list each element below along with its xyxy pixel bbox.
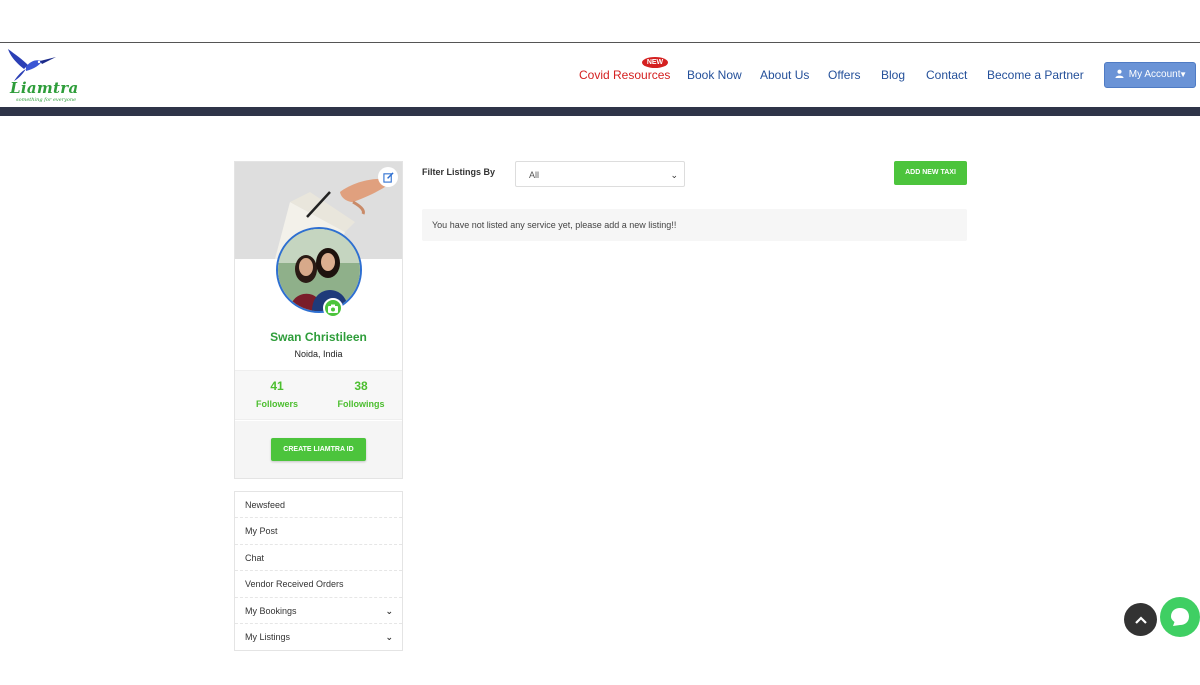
filter-selected-value: All [529, 170, 540, 180]
sidebar-item-label: My Listings [245, 631, 291, 642]
sidebar-item-label: Newsfeed [245, 500, 286, 510]
followers-label: Followers [255, 399, 298, 409]
profile-stats: 41 Followers 38 Followings [235, 370, 402, 420]
sidebar-item-label: My Bookings [245, 605, 297, 616]
camera-icon [328, 304, 338, 313]
sidebar-item-my-listings[interactable]: My Listings ⌄ [235, 624, 402, 650]
change-photo-button[interactable] [323, 298, 343, 318]
sidebar-item-vendor-received-orders[interactable]: Vendor Received Orders [235, 571, 402, 598]
sidebar-item-label: Chat [245, 552, 265, 563]
chevron-down-icon[interactable]: ⌄ [385, 598, 393, 624]
my-account-button[interactable]: My Account ▼ [1104, 62, 1196, 88]
edit-icon [382, 171, 394, 183]
sidebar-item-my-post[interactable]: My Post [235, 518, 402, 545]
nav-become-partner[interactable]: Become a Partner [987, 68, 1084, 84]
profile-name[interactable]: Swan Christileen [235, 330, 402, 344]
avatar[interactable] [276, 227, 362, 313]
brand-name: Liamtra [10, 79, 79, 97]
nav-covid-resources[interactable]: Covid Resources [579, 68, 670, 84]
brand-logo[interactable]: Liamtra something for everyone [6, 47, 79, 105]
chevron-down-icon: ⌄ [670, 170, 678, 180]
sidebar-item-my-bookings[interactable]: My Bookings ⌄ [235, 598, 402, 624]
nav-book-now[interactable]: Book Now [687, 68, 742, 84]
nav-blog[interactable]: Blog [881, 68, 905, 84]
user-icon [1115, 69, 1124, 78]
empty-listings-message: You have not listed any service yet, ple… [422, 209, 967, 241]
followings-count: 38 [354, 379, 368, 393]
filter-listings-select[interactable]: All ⌄ [515, 161, 685, 187]
my-account-label: My Account [1128, 69, 1181, 80]
create-liamtra-id-button[interactable]: CREATE LIAMTRA ID [271, 438, 366, 461]
filter-listings-label: Filter Listings By [422, 167, 496, 177]
sidebar-item-label: Vendor Received Orders [245, 579, 344, 590]
nav-offers[interactable]: Offers [828, 68, 860, 84]
profile-location: Noida, India [294, 349, 343, 359]
brand-tagline: something for everyone [16, 97, 77, 103]
sidebar-item-chat[interactable]: Chat [235, 545, 402, 572]
nav-contact[interactable]: Contact [926, 68, 967, 84]
followers-stat[interactable]: 41 Followers [235, 371, 319, 409]
sidebar-item-newsfeed[interactable]: Newsfeed [235, 492, 402, 519]
chat-bubble-icon [1171, 608, 1189, 626]
sidebar-menu: Newsfeed My Post Chat Vendor Received Or… [234, 491, 403, 652]
followers-count: 41 [270, 379, 284, 393]
add-new-taxi-button[interactable]: ADD NEW TAXI [894, 161, 967, 185]
chat-widget-button[interactable] [1160, 597, 1200, 637]
profile-card: Swan Christileen Noida, India 41 Followe… [234, 161, 403, 479]
followings-stat[interactable]: 38 Followings [319, 371, 403, 409]
new-badge: NEW [642, 57, 668, 68]
nav-about-us[interactable]: About Us [760, 68, 809, 84]
chevron-up-icon [1134, 615, 1147, 624]
header-accent-bar [0, 107, 1200, 116]
site-header: Liamtra something for everyone Covid Res… [0, 43, 1200, 107]
caret-down-icon: ▼ [1179, 70, 1187, 79]
scroll-to-top-button[interactable] [1124, 603, 1157, 636]
followings-label: Followings [337, 399, 385, 409]
chevron-down-icon[interactable]: ⌄ [385, 624, 393, 650]
edit-cover-button[interactable] [378, 167, 398, 187]
sidebar-item-label: My Post [245, 526, 278, 537]
avatar-image [278, 229, 360, 311]
create-id-area: CREATE LIAMTRA ID [235, 421, 402, 478]
